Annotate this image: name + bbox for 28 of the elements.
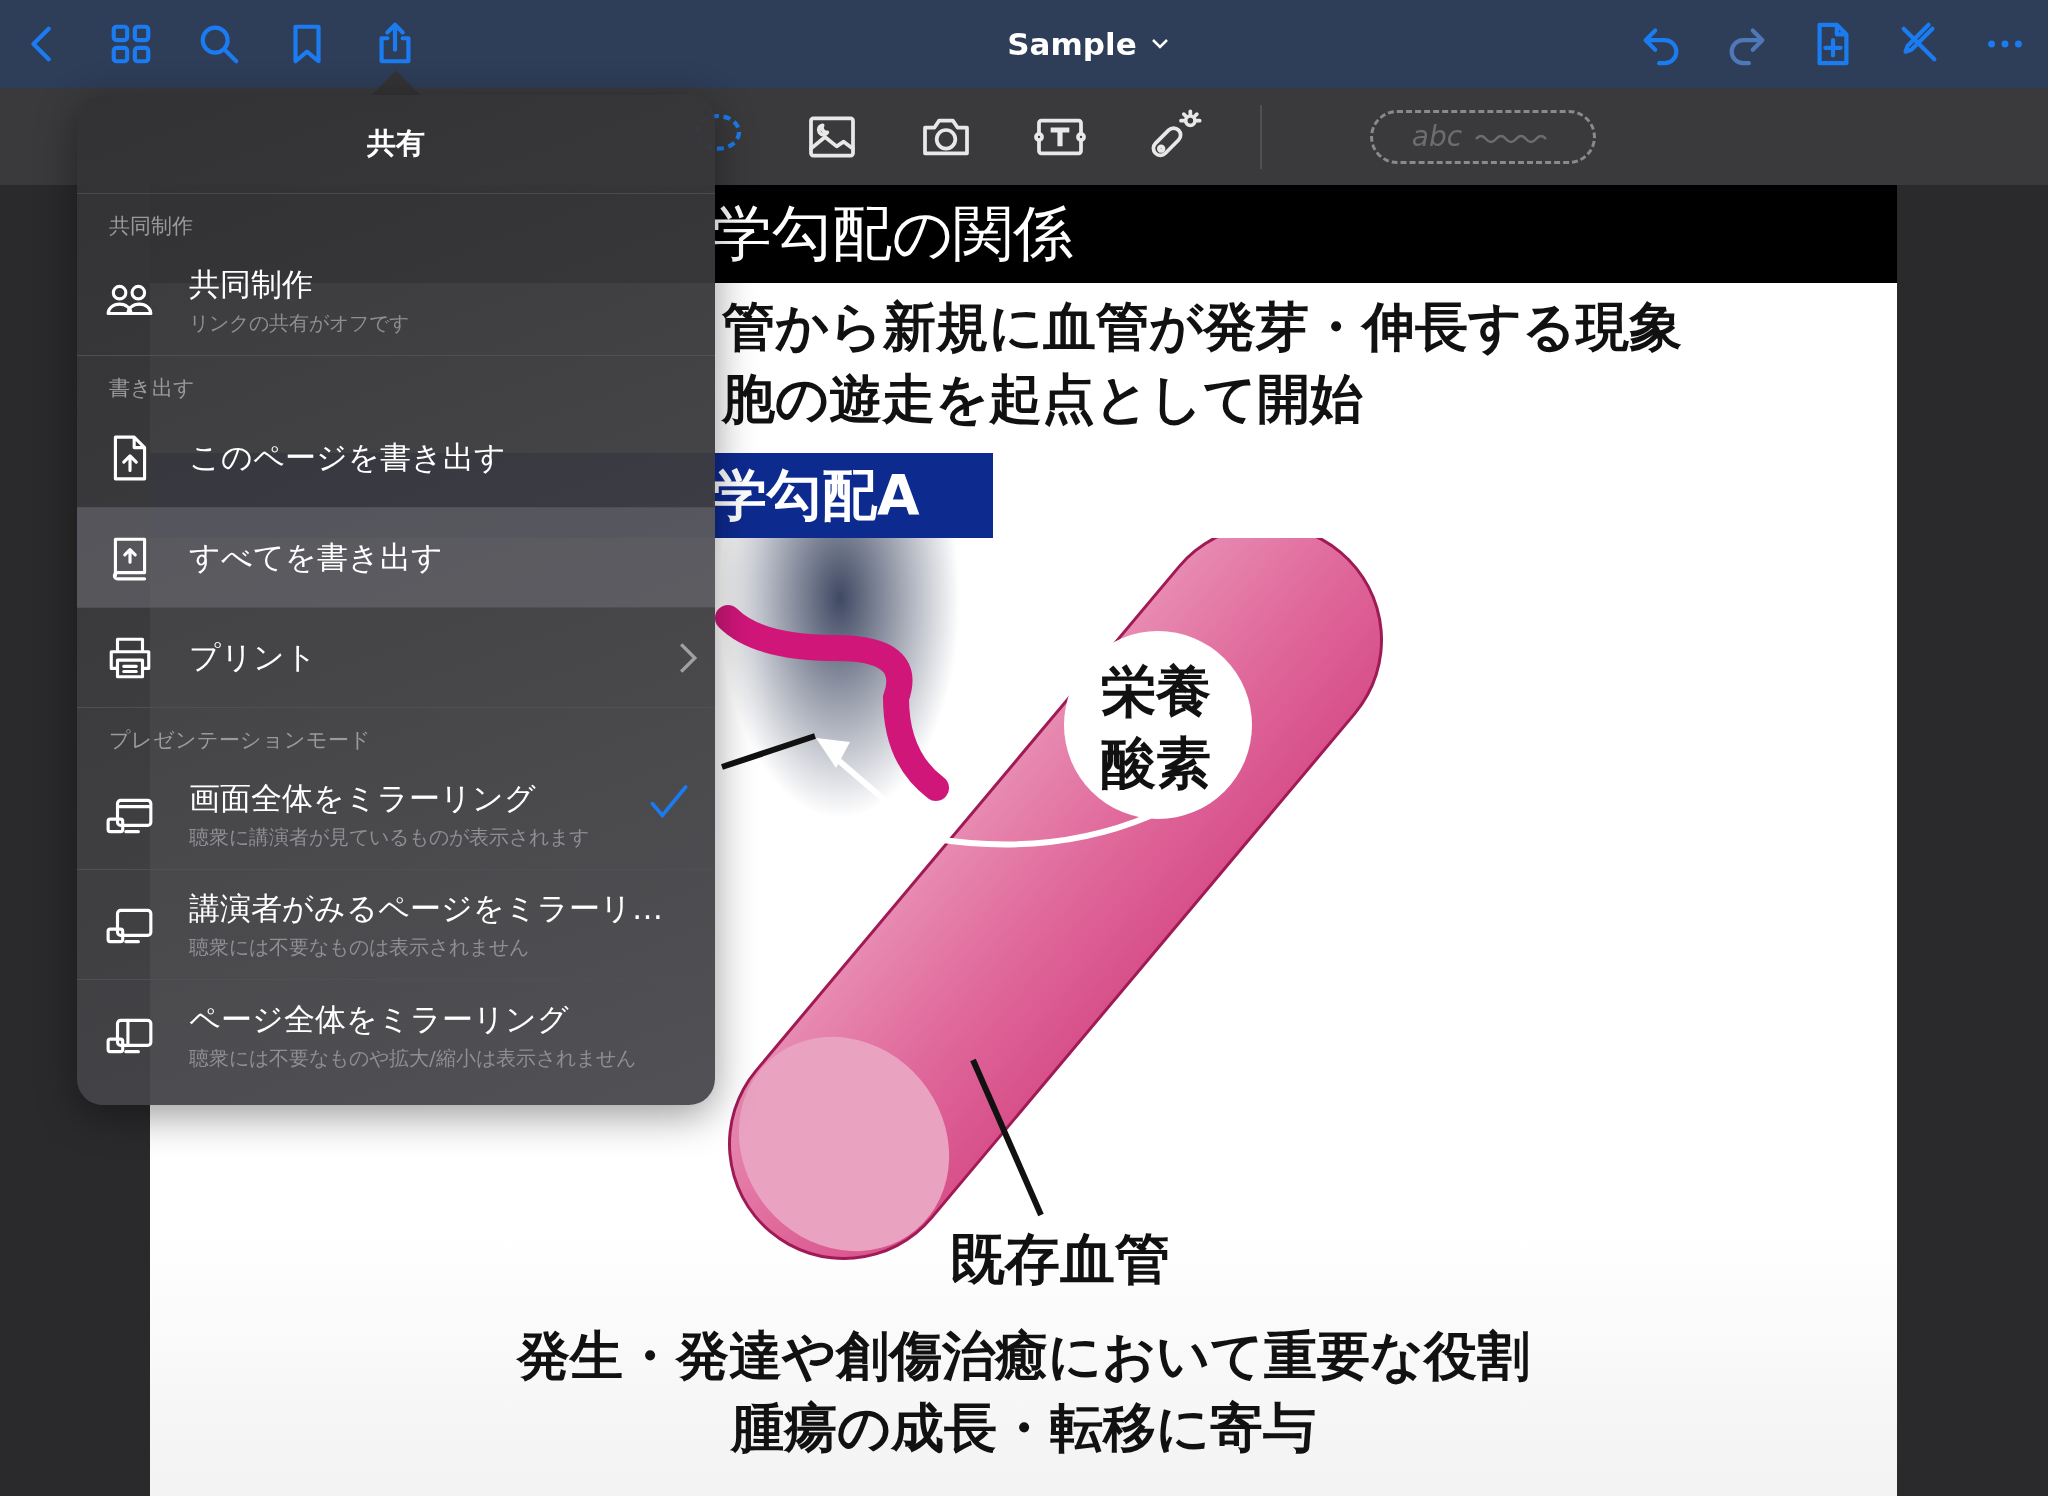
menu-item[interactable]: 講演者がみるページをミラーリ… 聴衆には不要なものは表示されません — [77, 870, 715, 980]
menu-item[interactable]: プリント — [77, 608, 715, 708]
slide-text: 発生・発達や創傷治癒において重要な役割 — [517, 1324, 1530, 1388]
menu-item-label: 画面全体をミラーリング — [189, 779, 537, 818]
vessel-label: 既存血管 — [950, 1226, 1170, 1293]
menu-item[interactable]: ページ全体をミラーリング 聴衆には不要なものや拡大/縮小は表示されません — [77, 980, 715, 1090]
document-title[interactable]: Sample — [1007, 26, 1137, 62]
menu-item[interactable]: このページを書き出す — [77, 408, 715, 508]
menu-item[interactable]: すべてを書き出す — [77, 508, 715, 608]
bubble-label: 栄養 — [1101, 658, 1211, 725]
slide-text: 胞の遊走を起点として開始 — [722, 367, 1364, 431]
section-header: 書き出す — [108, 375, 196, 402]
menu-item-subtitle: リンクの共有がオフです — [189, 310, 410, 337]
menu-item-label: 講演者がみるページをミラーリ… — [189, 889, 664, 928]
menu-item-subtitle: 聴衆に講演者が見ているものが表示されます — [189, 824, 590, 851]
menu-item[interactable]: 共同制作 リンクの共有がオフです — [77, 246, 715, 356]
slide-text: 管から新規に血管が発芽・伸長する現象 — [722, 295, 1683, 359]
section-header: プレゼンテーションモード — [108, 727, 372, 754]
menu-item-subtitle: 聴衆には不要なものや拡大/縮小は表示されません — [189, 1044, 637, 1072]
menu-item[interactable]: 画面全体をミラーリング 聴衆に講演者が見ているものが表示されます — [77, 760, 715, 870]
menu-item-label: すべてを書き出す — [189, 537, 444, 577]
bubble-label: 酸素 — [1101, 730, 1211, 797]
popover-title: 共有 — [77, 95, 715, 194]
menu-item-subtitle: 聴衆には不要なものは表示されません — [189, 934, 530, 961]
slide-text: 腫瘍の成長・転移に寄与 — [731, 1396, 1316, 1460]
chevron-down-icon[interactable] — [1150, 38, 1169, 50]
menu-item-label: プリント — [189, 637, 318, 677]
menu-item-label: ページ全体をミラーリング — [189, 999, 570, 1039]
